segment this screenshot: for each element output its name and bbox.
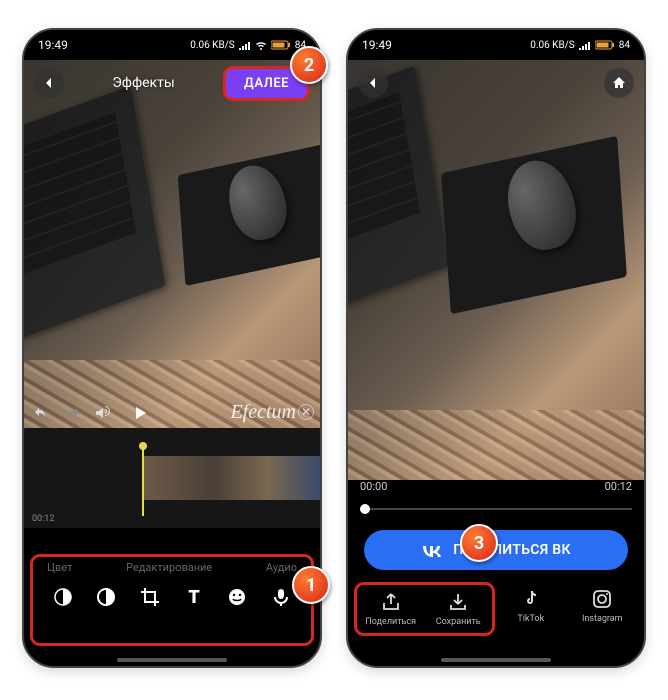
timeline-timestamp: 00:12 bbox=[32, 514, 54, 524]
home-indicator bbox=[441, 658, 551, 662]
timeline-clips[interactable] bbox=[144, 456, 320, 500]
instagram-button[interactable]: Instagram bbox=[567, 582, 639, 636]
home-button[interactable] bbox=[604, 68, 634, 98]
time-start: 00:00 bbox=[360, 480, 387, 493]
svg-text:T: T bbox=[188, 587, 200, 608]
timeline[interactable]: 00:12 bbox=[24, 428, 320, 528]
tool-tabs: Цвет Редактирование Аудио bbox=[33, 561, 311, 574]
volume-icon[interactable] bbox=[94, 405, 110, 421]
seekbar[interactable] bbox=[360, 502, 632, 516]
tiktok-button[interactable]: TikTok bbox=[495, 582, 567, 636]
share-icon bbox=[380, 591, 402, 613]
video-preview bbox=[348, 60, 644, 480]
sticker-tool[interactable] bbox=[221, 586, 253, 608]
text-tool[interactable]: T bbox=[178, 586, 210, 608]
smile-icon bbox=[226, 586, 248, 608]
instagram-icon bbox=[591, 588, 613, 610]
back-button[interactable] bbox=[358, 68, 388, 98]
tiktok-icon bbox=[520, 588, 542, 610]
battery-icon bbox=[271, 40, 291, 50]
video-preview: Efectum ✕ bbox=[24, 60, 320, 430]
mic-icon bbox=[270, 586, 292, 608]
play-icon[interactable] bbox=[132, 405, 148, 421]
battery-icon bbox=[595, 40, 615, 50]
contrast-icon bbox=[95, 586, 117, 608]
home-indicator bbox=[117, 658, 227, 662]
signal-icon bbox=[579, 40, 591, 50]
save-button[interactable]: Сохранить bbox=[425, 585, 493, 633]
tools-panel: Цвет Редактирование Аудио T bbox=[30, 554, 314, 646]
signal-icon bbox=[239, 40, 251, 50]
filter-tool[interactable] bbox=[47, 586, 79, 608]
undo-icon[interactable] bbox=[34, 405, 50, 421]
tiktok-label: TikTok bbox=[517, 614, 544, 624]
callout-3: 3 bbox=[460, 524, 498, 562]
redo-icon[interactable] bbox=[64, 405, 80, 421]
status-net: 0.06 KB/S bbox=[190, 40, 235, 51]
status-bar: 19:49 0.06 KB/S 84 bbox=[24, 30, 320, 60]
download-icon bbox=[447, 591, 469, 613]
chevron-left-icon bbox=[366, 76, 380, 90]
status-indicators: 0.06 KB/S 84 bbox=[530, 40, 630, 51]
tab-color[interactable]: Цвет bbox=[47, 561, 72, 574]
wifi-icon bbox=[255, 40, 267, 50]
tab-edit[interactable]: Редактирование bbox=[126, 561, 212, 574]
playhead[interactable] bbox=[142, 446, 144, 516]
share-top-bar bbox=[348, 60, 644, 106]
save-label: Сохранить bbox=[436, 617, 481, 627]
time-end: 00:12 bbox=[605, 480, 632, 493]
callout-1: 1 bbox=[292, 566, 330, 604]
share-row: Поделиться Сохранить TikTok Instagram bbox=[348, 582, 644, 636]
share-button[interactable]: Поделиться bbox=[357, 585, 425, 633]
home-icon bbox=[612, 76, 626, 90]
back-button[interactable] bbox=[34, 68, 64, 98]
status-battery: 84 bbox=[619, 40, 630, 51]
text-icon: T bbox=[183, 586, 205, 608]
instagram-label: Instagram bbox=[582, 614, 623, 624]
status-time: 19:49 bbox=[362, 38, 392, 52]
contrast-tool[interactable] bbox=[90, 586, 122, 608]
share-label: Поделиться bbox=[365, 617, 416, 627]
status-bar: 19:49 0.06 KB/S 84 bbox=[348, 30, 644, 60]
callout-2: 2 bbox=[290, 46, 328, 84]
crop-tool[interactable] bbox=[134, 586, 166, 608]
player-controls bbox=[24, 396, 320, 430]
status-indicators: 0.06 KB/S 84 bbox=[190, 40, 306, 51]
vk-icon bbox=[421, 543, 443, 557]
editor-top-bar: Эффекты ДАЛЕЕ bbox=[24, 60, 320, 106]
phone-editor: 19:49 0.06 KB/S 84 Efectum ✕ Эффекты ДАЛ… bbox=[22, 28, 322, 668]
phone-share: 19:49 0.06 KB/S 84 00:00 00:12 ПОДЕЛИТЬС… bbox=[346, 28, 646, 668]
tab-audio[interactable]: Аудио bbox=[266, 561, 297, 574]
status-net: 0.06 KB/S bbox=[530, 40, 575, 51]
page-title: Эффекты bbox=[112, 75, 174, 91]
time-row: 00:00 00:12 bbox=[360, 480, 632, 493]
half-circle-icon bbox=[52, 586, 74, 608]
crop-icon bbox=[139, 586, 161, 608]
status-time: 19:49 bbox=[38, 38, 68, 52]
chevron-left-icon bbox=[42, 76, 56, 90]
